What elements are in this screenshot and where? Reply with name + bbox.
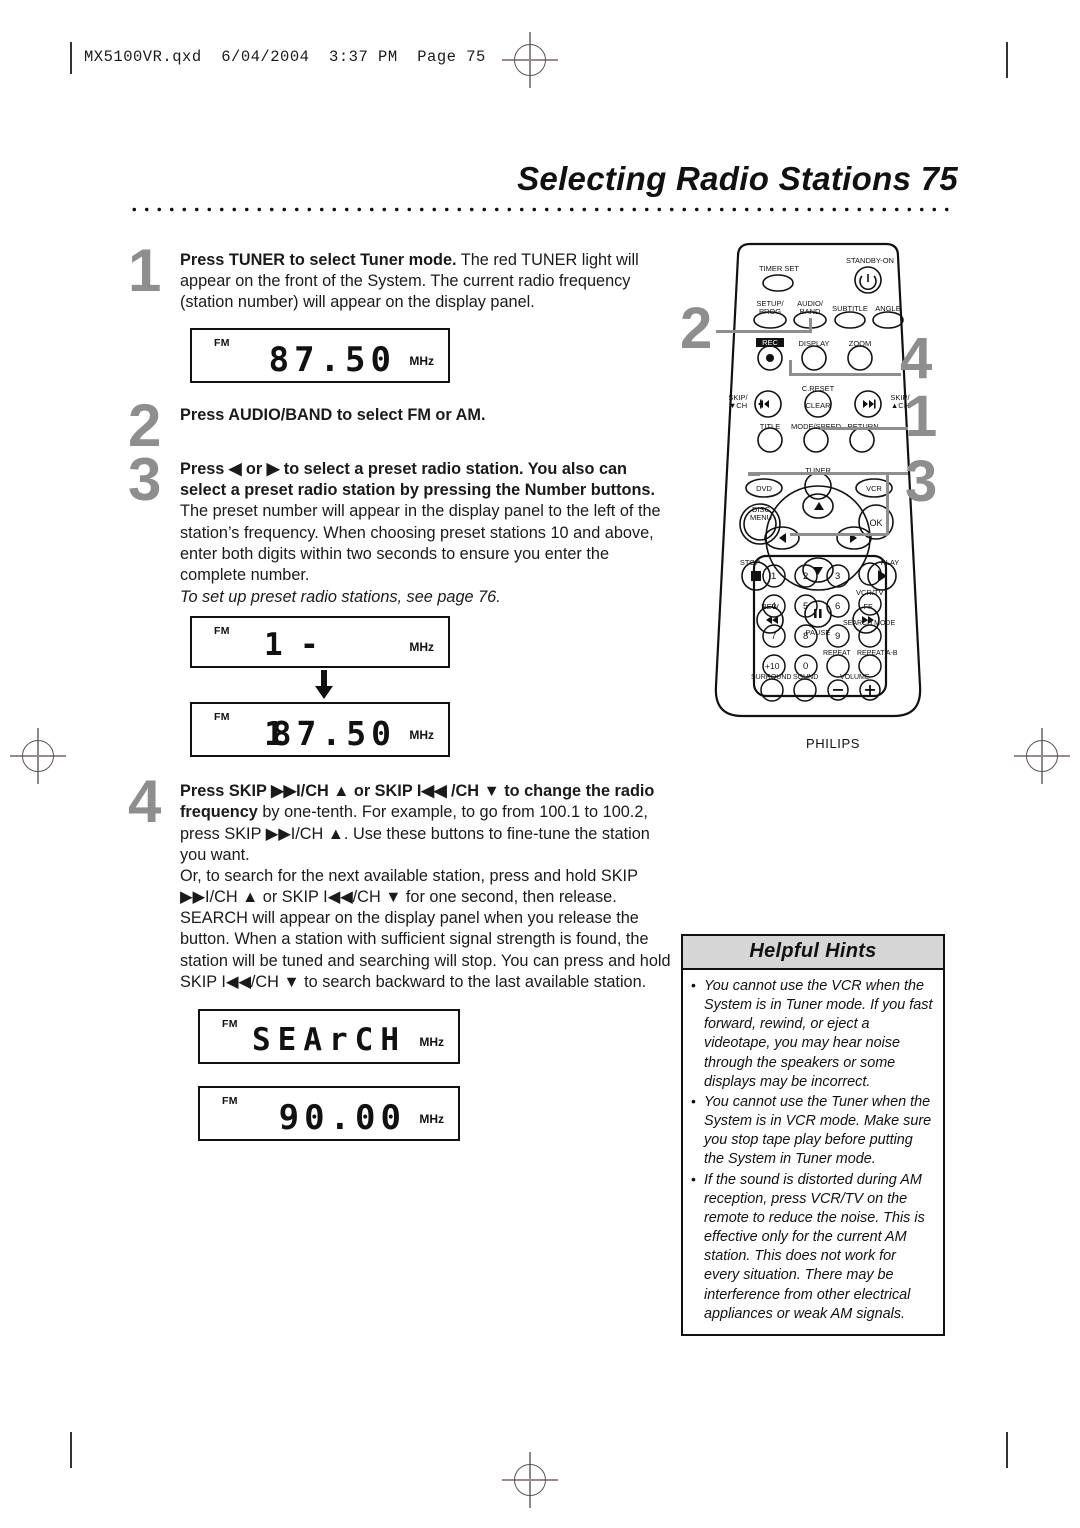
display-3-value: 87.50 <box>271 714 396 754</box>
display-4-band: FM <box>222 1017 238 1030</box>
registration-mark-bottom <box>502 1452 558 1508</box>
label-angle: ANGLE <box>875 304 901 313</box>
callout-4: 4 <box>900 326 933 391</box>
label-rec: REC <box>756 338 784 347</box>
callout-4-leader <box>789 373 901 376</box>
callout-1-leader <box>820 427 908 430</box>
label-setup-prog: SETUP/ PROG <box>756 299 784 316</box>
label-display: DISPLAY <box>798 339 830 348</box>
step-3-rest: The preset number will appear in the dis… <box>180 502 661 584</box>
label-play: PLAY <box>880 558 900 567</box>
display-3-band: FM <box>214 711 230 724</box>
step-3: 3 Press ◀ or ▶ to select a preset radio … <box>128 450 673 608</box>
crop-bar-top-left <box>70 42 72 74</box>
helpful-hints-box: Helpful Hints You cannot use the VCR whe… <box>681 934 945 1336</box>
instruction-column: 1 Press TUNER to select Tuner mode. The … <box>128 241 673 1141</box>
label-ff: FF <box>863 602 873 611</box>
label-c-reset: C.RESET <box>801 384 835 393</box>
hint-item-1: You cannot use the VCR when the System i… <box>690 976 934 1092</box>
manual-page: MX5100VR.qxd 6/04/2004 3:37 PM Page 75 S… <box>0 0 1080 1528</box>
callout-3-leader-v <box>886 472 889 534</box>
registration-mark-right <box>1014 728 1070 784</box>
step-1: 1 Press TUNER to select Tuner mode. The … <box>128 241 673 322</box>
label-standby-on: STANDBY-ON <box>846 256 894 265</box>
step-4-number: 4 <box>128 768 162 836</box>
registration-mark-top <box>502 32 558 88</box>
crop-bar-bottom-left <box>70 1432 72 1468</box>
display-panel-1: FM 87.50 MHz <box>190 328 450 383</box>
display-5-band: FM <box>222 1094 238 1107</box>
display-1-unit: MHz <box>409 354 434 368</box>
callout-3: 3 <box>905 449 938 514</box>
helpful-hints-list: You cannot use the VCR when the System i… <box>683 970 943 1334</box>
display-2-preset: 1 <box>264 627 288 664</box>
crop-bar-top-right <box>1006 42 1008 78</box>
display-2-value: - <box>300 627 324 664</box>
display-2-band: FM <box>214 625 230 638</box>
step-4-text: Press SKIP ▶▶I/CH ▲ or SKIP I◀◀ /CH ▼ to… <box>180 781 673 993</box>
step-4-rest2: Or, to search for the next available sta… <box>180 866 671 991</box>
display-4-unit: MHz <box>419 1034 444 1049</box>
display-4-value: SEArCH <box>252 1021 406 1058</box>
label-skip-down-ch: SKIP/ ▼CH <box>728 393 748 410</box>
step-3-text: Press ◀ or ▶ to select a preset radio st… <box>180 459 673 608</box>
step-3-note: To set up preset radio stations, see pag… <box>180 588 501 607</box>
display-panel-5: FM 90.00 MHz <box>198 1085 460 1141</box>
step-1-bold: Press TUNER to select Tuner mode. <box>180 251 457 269</box>
label-ok: OK <box>869 518 883 528</box>
display-5-unit: MHz <box>419 1111 444 1126</box>
step-2: 2 Press AUDIO/BAND to select FM or AM. <box>128 396 673 457</box>
callout-3-leader <box>748 472 908 475</box>
callout-3-leader-3 <box>790 533 888 536</box>
title-dotted-rule <box>128 205 953 214</box>
label-audio-band: AUDIO/ BAND <box>797 299 823 316</box>
step-1-text: Press TUNER to select Tuner mode. The re… <box>180 250 673 314</box>
label-dvd: DVD <box>756 484 772 493</box>
label-title: TITLE <box>759 422 781 431</box>
file-header-line: MX5100VR.qxd 6/04/2004 3:37 PM Page 75 <box>84 48 486 66</box>
step-2-text: Press AUDIO/BAND to select FM or AM. <box>180 405 673 426</box>
display-2-unit: MHz <box>409 640 434 655</box>
label-rew: REW <box>761 602 779 611</box>
display-1-value: 87.50 <box>268 340 396 380</box>
step-2-bold: Press AUDIO/BAND to select FM or AM. <box>180 406 486 424</box>
callout-4-leader-v <box>789 360 792 375</box>
label-zoom: ZOOM <box>848 339 872 348</box>
callout-1: 1 <box>905 384 938 449</box>
flow-arrow-down-icon <box>315 670 333 700</box>
callout-2: 2 <box>680 296 713 361</box>
remote-brand: PHILIPS <box>805 736 861 751</box>
registration-mark-left <box>10 728 66 784</box>
callout-2-leader-v <box>809 318 812 332</box>
callout-3-leader-2 <box>748 473 760 476</box>
display-panel-3: FM 1 87.50 MHz <box>190 702 450 758</box>
hint-item-2: You cannot use the Tuner when the System… <box>690 1092 934 1170</box>
hint-item-3: If the sound is distorted during AM rece… <box>690 1170 934 1324</box>
crop-bar-bottom-right <box>1006 1432 1008 1468</box>
label-pause: PAUSE <box>805 628 831 637</box>
label-timer-set: TIMER SET <box>758 264 799 273</box>
step-1-number: 1 <box>128 237 162 304</box>
label-clear: CLEAR <box>805 401 831 410</box>
display-panel-2: FM 1 - MHz <box>190 616 450 669</box>
label-stop: STOP <box>739 558 761 567</box>
label-disc-menu: DISC MENU <box>749 505 773 522</box>
display-1-band: FM <box>214 337 230 349</box>
display-5-value: 90.00 <box>278 1097 406 1138</box>
helpful-hints-caption: Helpful Hints <box>683 936 943 970</box>
page-title: Selecting Radio Stations 75 <box>517 160 958 197</box>
display-panel-4: FM SEArCH MHz <box>198 1008 460 1064</box>
step-4: 4 Press SKIP ▶▶I/CH ▲ or SKIP I◀◀ /CH ▼ … <box>128 772 673 993</box>
callout-2-leader <box>716 330 812 333</box>
step-3-bold: Press ◀ or ▶ to select a preset radio st… <box>180 460 655 500</box>
display-3-unit: MHz <box>409 728 434 743</box>
step-3-number: 3 <box>128 446 162 513</box>
